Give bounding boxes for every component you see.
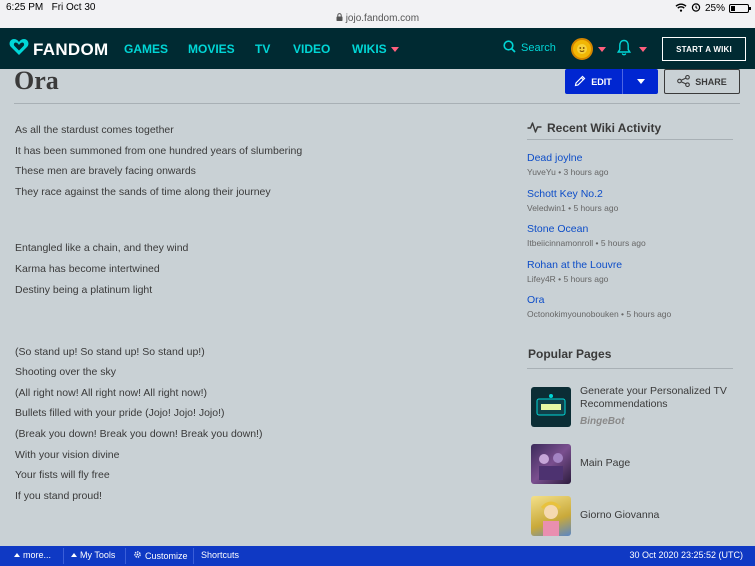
activity-item-meta: YuveYu • 3 hours ago [527,167,609,177]
popular-page-title[interactable]: Giorno Giovanna [580,509,659,522]
activity-item-meta: Octonokimyounobouken • 5 hours ago [527,309,672,319]
title-divider [14,103,740,104]
nav-video[interactable]: VIDEO [293,42,330,56]
chevron-up-icon [14,553,20,557]
nav-tv[interactable]: TV [255,42,270,56]
toolbar-my-tools[interactable]: My Tools [71,550,115,560]
lyric-line: (So stand up! So stand up! So stand up!) [15,346,205,358]
lyric-line: Destiny being a platinum light [15,284,153,296]
toolbar-customize-label: Customize [145,550,188,561]
fandom-logo[interactable]: FANDOM [9,38,108,61]
chevron-up-icon [71,553,77,557]
url-text: jojo.fandom.com [345,13,420,24]
fandom-nav: FANDOM GAMES MOVIES TV VIDEO WIKIS Searc… [0,28,755,69]
search-label: Search [521,42,556,54]
battery-percent: 25% [704,3,725,14]
url-bar[interactable]: jojo.fandom.com [0,13,755,24]
edit-label: EDIT [591,76,612,87]
share-button[interactable]: SHARE [664,69,740,94]
share-icon [677,74,691,89]
fandom-logo-text: FANDOM [33,39,109,59]
nav-games[interactable]: GAMES [124,42,168,56]
lyric-line: Bullets filled with your pride (Jojo! Jo… [15,407,225,419]
notifications-bell-icon[interactable] [616,39,632,61]
chevron-down-icon [636,79,645,84]
popular-page-title[interactable]: Generate your Personalized TV Recommenda… [580,385,730,411]
fandom-heart-icon [9,38,29,61]
lyric-line: If you stand proud! [15,490,102,502]
lyric-line: (Break you down! Break you down! Break y… [15,428,263,440]
gear-icon [133,550,142,561]
lyric-line: These men are bravely facing onwards [15,165,196,177]
wifi-icon [675,3,687,15]
activity-item-title[interactable]: Stone Ocean [527,223,588,235]
lyric-line: Karma has become intertwined [15,263,160,275]
toolbar-timestamp: 30 Oct 2020 23:25:52 (UTC) [629,550,743,560]
recent-activity-heading: Recent Wiki Activity [547,121,662,135]
start-a-wiki-button[interactable]: START A WIKI [662,37,746,61]
rail-divider [527,368,733,369]
alarm-icon [691,2,701,15]
lyric-line: As all the stardust comes together [15,124,174,136]
activity-item-meta: Veledwin1 • 5 hours ago [527,203,619,213]
toolbar-divider [193,548,194,564]
status-date: Fri Oct 30 [51,2,96,13]
activity-item-title[interactable]: Dead joylne [527,152,582,164]
rail-divider [527,139,733,140]
lyric-line: Entangled like a chain, and they wind [15,242,189,254]
toolbar-customize[interactable]: Customize [133,550,188,561]
lyric-line: It has been summoned from one hundred ye… [15,145,303,157]
ios-status-bar: 6:25 PM Fri Oct 30 jojo.fandom.com 25% [0,0,755,28]
battery-fill [731,6,735,11]
edit-button-group: EDIT [565,69,658,94]
lyric-line: Your fists will fly free [15,469,110,481]
nav-search-button[interactable]: Search [503,40,556,56]
activity-item-title[interactable]: Ora [527,294,545,306]
wiki-toolbar: more... My Tools Customize Shortcuts 30 … [0,546,755,566]
activity-item-meta: Lifey4R • 5 hours ago [527,274,609,284]
toolbar-shortcuts-label: Shortcuts [201,550,240,560]
avatar-face-icon [577,44,587,54]
share-label: SHARE [695,76,727,87]
edit-button[interactable]: EDIT [565,69,621,94]
popular-page-sub: BingeBot [580,416,625,427]
status-time: 6:25 PM [6,2,44,13]
page-title: Ora [14,66,59,95]
toolbar-more[interactable]: more... [14,550,51,560]
lyric-line: Shooting over the sky [15,366,116,378]
battery-icon [729,4,751,13]
toolbar-divider [125,548,126,564]
toolbar-my-tools-label: My Tools [80,550,116,560]
lock-icon [336,13,346,24]
nav-movies[interactable]: MOVIES [188,42,235,56]
avatar-chevron-down-icon[interactable] [598,47,606,52]
lyric-line: (All right now! All right now! All right… [15,387,207,399]
activity-pulse-icon [527,121,542,139]
edit-dropdown-button[interactable] [623,69,658,94]
main-page-thumbnail[interactable] [531,444,571,484]
popular-pages-heading: Popular Pages [528,347,612,361]
bingebot-thumbnail[interactable] [531,387,571,427]
wikis-chevron-down-icon[interactable] [391,47,399,52]
toolbar-divider [63,548,64,564]
pencil-icon [574,75,586,89]
lyric-line: With your vision divine [15,449,120,461]
popular-page-title[interactable]: Main Page [580,457,630,470]
status-time-date: 6:25 PM Fri Oct 30 [6,2,96,13]
status-right: 25% [675,2,751,15]
activity-item-title[interactable]: Rohan at the Louvre [527,259,622,271]
nav-wikis[interactable]: WIKIS [352,42,387,56]
activity-item-meta: Itbeiicinnamonroll • 5 hours ago [527,238,646,248]
user-avatar[interactable] [571,38,593,60]
toolbar-timestamp-text: 30 Oct 2020 23:25:52 (UTC) [629,550,743,560]
activity-item-title[interactable]: Schott Key No.2 [527,188,603,200]
toolbar-more-label: more... [23,550,52,560]
toolbar-shortcuts[interactable]: Shortcuts [201,550,239,560]
giorno-giovanna-thumbnail[interactable] [531,496,571,536]
lyric-line: They race against the sands of time alon… [15,186,271,198]
search-icon [503,40,516,56]
notifications-chevron-down-icon[interactable] [639,47,647,52]
